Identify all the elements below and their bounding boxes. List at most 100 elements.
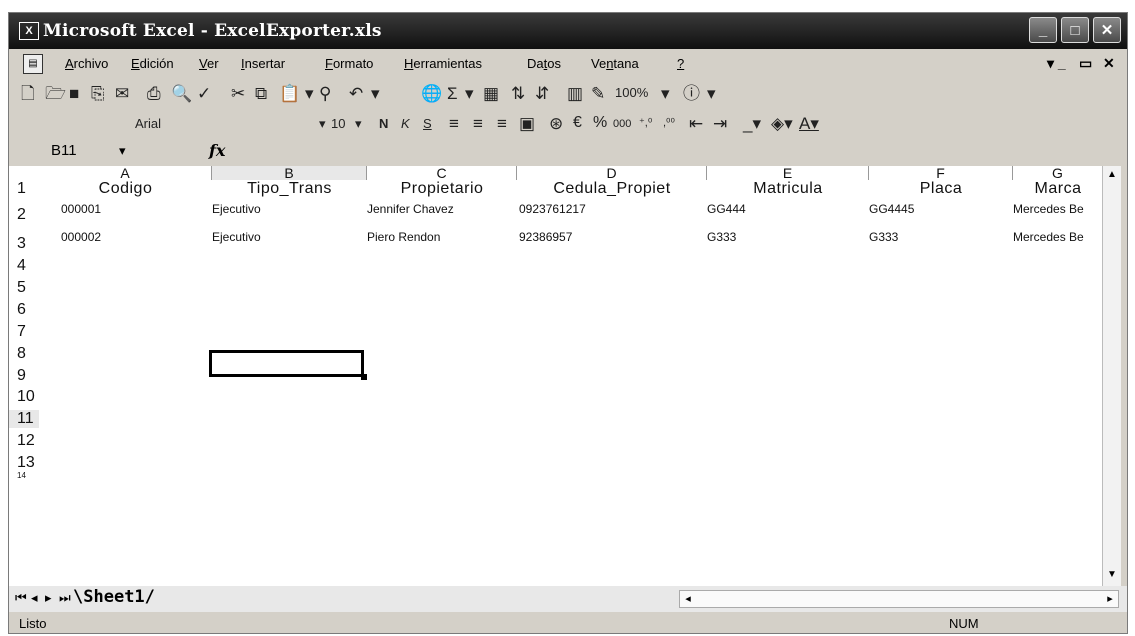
close-button[interactable]: ✕ xyxy=(1093,17,1121,43)
row-header-9[interactable]: 9 xyxy=(9,367,39,385)
col-header-c[interactable]: C xyxy=(367,166,517,180)
save-icon[interactable]: ■ xyxy=(69,84,79,104)
scroll-up-icon[interactable]: ▲ xyxy=(1103,166,1121,184)
name-box[interactable]: B11 xyxy=(51,142,77,159)
cell-c3[interactable]: Piero Rendon xyxy=(367,230,440,244)
zoom-level[interactable]: 100% xyxy=(615,85,648,100)
first-sheet-icon[interactable]: ⏮ xyxy=(15,590,27,606)
row-header-5[interactable]: 5 xyxy=(9,279,39,297)
sort-ascending-icon[interactable]: ⇅ xyxy=(511,84,525,104)
col-header-a[interactable]: A xyxy=(39,166,212,180)
bold-button[interactable]: N xyxy=(379,116,388,131)
euro-button[interactable]: € xyxy=(573,114,582,132)
row-header-3[interactable]: 3 xyxy=(9,235,39,253)
row-header-10[interactable]: 10 xyxy=(9,388,39,406)
menu-formato[interactable]: Formato xyxy=(325,56,373,71)
menu-ver[interactable]: Ver xyxy=(199,56,219,71)
merge-center-icon[interactable]: ▣ xyxy=(519,114,535,134)
doc-minimize-button[interactable]: ▾ _ xyxy=(1047,55,1066,72)
paste-icon[interactable]: 📋 xyxy=(279,84,300,104)
format-painter-icon[interactable]: ⚲ xyxy=(319,84,331,104)
menu-datos[interactable]: Datos xyxy=(527,56,561,71)
decrease-decimal-button[interactable]: ,⁰⁰ xyxy=(663,116,675,129)
borders-icon[interactable]: _▾ xyxy=(743,114,761,134)
percent-button[interactable]: % xyxy=(593,114,607,132)
prev-sheet-icon[interactable]: ◂ xyxy=(31,590,38,606)
print-icon[interactable]: ⎙ xyxy=(147,84,161,104)
thousands-button[interactable]: 000 xyxy=(613,118,631,130)
permission-icon[interactable]: ⎘ xyxy=(91,84,105,104)
row-header-1[interactable]: 1 xyxy=(9,180,39,198)
menu-help[interactable]: ? xyxy=(677,56,684,71)
row-header-11[interactable]: 11 xyxy=(9,410,39,428)
cell-c1[interactable]: Propietario xyxy=(367,180,517,198)
insert-function-icon[interactable]: ▦ xyxy=(483,84,499,104)
row-header-4[interactable]: 4 xyxy=(9,257,39,275)
autosum-dropdown-icon[interactable]: ▾ xyxy=(465,84,474,104)
active-cell-b11[interactable] xyxy=(209,350,364,377)
row-header-13[interactable]: 13 xyxy=(9,454,39,472)
spelling-icon[interactable]: ✓ xyxy=(197,84,211,104)
cell-f1[interactable]: Placa xyxy=(869,180,1013,198)
align-right-icon[interactable]: ≡ xyxy=(497,114,507,134)
scroll-down-icon[interactable]: ▼ xyxy=(1103,566,1121,584)
copy-icon[interactable]: ⧉ xyxy=(255,84,267,104)
increase-decimal-button[interactable]: ⁺,⁰ xyxy=(639,116,652,129)
doc-close-button[interactable]: ✕ xyxy=(1103,55,1115,72)
horizontal-scrollbar[interactable]: ◂ ▸ xyxy=(679,590,1119,608)
print-preview-icon[interactable]: 🔍 xyxy=(171,84,192,104)
menu-ventana[interactable]: Ventana xyxy=(591,56,639,71)
vertical-scrollbar[interactable]: ▲ ▼ xyxy=(1102,166,1121,586)
font-size-dropdown-icon[interactable]: ▾ xyxy=(355,116,362,132)
italic-button[interactable]: K xyxy=(401,116,410,131)
scroll-left-icon[interactable]: ◂ xyxy=(680,591,696,607)
paste-dropdown-icon[interactable]: ▾ xyxy=(305,84,314,104)
font-color-icon[interactable]: A▾ xyxy=(799,114,819,134)
toolbar-options-icon[interactable]: ▾ xyxy=(707,84,716,104)
menu-edicion[interactable]: Edición xyxy=(131,56,174,71)
font-size-box[interactable]: 10 xyxy=(331,116,345,131)
cell-a1[interactable]: Codigo xyxy=(39,180,212,198)
cell-a3[interactable]: 000002 xyxy=(61,230,101,244)
underline-button[interactable]: S xyxy=(423,116,432,131)
col-header-d[interactable]: D xyxy=(517,166,707,180)
cell-g2[interactable]: Mercedes Be xyxy=(1013,202,1103,216)
formula-input[interactable] xyxy=(239,143,1109,159)
maximize-button[interactable]: □ xyxy=(1061,17,1089,43)
fill-color-icon[interactable]: ◈▾ xyxy=(771,114,793,134)
cell-b3[interactable]: Ejecutivo xyxy=(212,230,261,244)
menu-herramientas[interactable]: Herramientas xyxy=(404,56,482,71)
cell-f3[interactable]: G333 xyxy=(869,230,898,244)
new-icon[interactable]: 🗋 xyxy=(21,84,35,104)
increase-indent-icon[interactable]: ⇥ xyxy=(713,114,727,134)
cell-a2[interactable]: 000001 xyxy=(61,202,101,216)
scroll-right-icon[interactable]: ▸ xyxy=(1102,591,1118,607)
align-center-icon[interactable]: ≡ xyxy=(473,114,483,134)
cell-e2[interactable]: GG444 xyxy=(707,202,746,216)
col-header-b[interactable]: B xyxy=(212,166,367,180)
cell-g3[interactable]: Mercedes Be xyxy=(1013,230,1103,244)
decrease-indent-icon[interactable]: ⇤ xyxy=(689,114,703,134)
col-header-g[interactable]: G xyxy=(1013,166,1103,180)
row-header-7[interactable]: 7 xyxy=(9,323,39,341)
document-icon[interactable]: ▤ xyxy=(23,54,43,74)
help-icon[interactable]: ⓘ xyxy=(683,84,700,104)
cell-d3[interactable]: 92386957 xyxy=(519,230,572,244)
col-header-e[interactable]: E xyxy=(707,166,869,180)
row-header-6[interactable]: 6 xyxy=(9,301,39,319)
chart-wizard-icon[interactable]: ▥ xyxy=(567,84,583,104)
hyperlink-icon[interactable]: 🌐 xyxy=(421,84,442,104)
fill-handle[interactable] xyxy=(361,374,367,380)
row-header-2[interactable]: 2 xyxy=(9,206,39,224)
sheet-tab-sheet1[interactable]: \Sheet1/ xyxy=(73,587,155,607)
menu-insertar[interactable]: Insertar xyxy=(241,56,285,71)
cell-e1[interactable]: Matricula xyxy=(707,180,869,198)
cut-icon[interactable]: ✂ xyxy=(231,84,245,104)
cell-b2[interactable]: Ejecutivo xyxy=(212,202,261,216)
undo-dropdown-icon[interactable]: ▾ xyxy=(371,84,380,104)
doc-restore-button[interactable]: ▭ xyxy=(1079,55,1092,72)
cell-d1[interactable]: Cedula_Propiet xyxy=(517,180,707,198)
row-header-14[interactable]: 14 xyxy=(9,471,39,480)
email-icon[interactable]: ✉ xyxy=(115,84,129,104)
drawing-icon[interactable]: ✎ xyxy=(591,84,605,104)
